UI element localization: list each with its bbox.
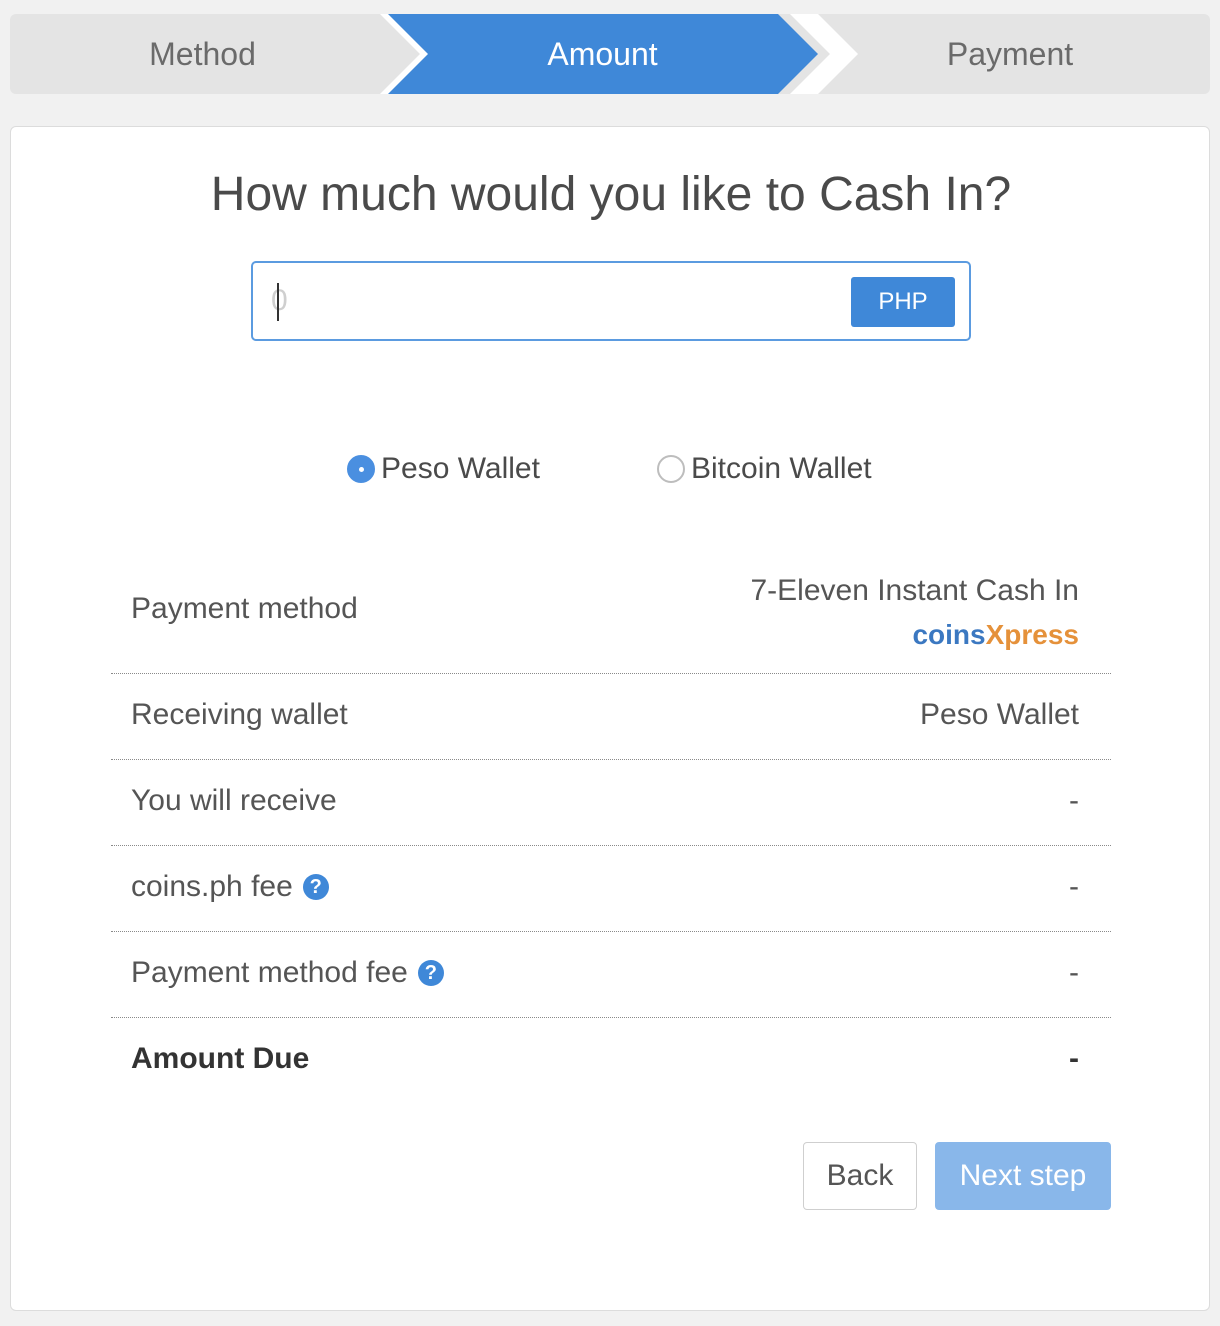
text-caret	[277, 283, 279, 321]
cash-in-card: How much would you like to Cash In? PHP …	[10, 126, 1210, 1311]
amount-input[interactable]	[271, 275, 831, 327]
amount-due-value: -	[1069, 1042, 1079, 1075]
summary-row-receiving-wallet: Receiving wallet Peso Wallet	[111, 674, 1111, 760]
page-title: How much would you like to Cash In?	[210, 168, 1012, 221]
summary-table: Payment method 7-Eleven Instant Cash In …	[111, 557, 1111, 1104]
radio-unchecked-icon[interactable]	[657, 455, 685, 483]
stepper: Method Amount Payment	[10, 14, 1210, 94]
currency-button[interactable]: PHP	[851, 277, 955, 327]
summary-row-amount-due: Amount Due -	[111, 1018, 1111, 1104]
step-payment[interactable]: Payment	[810, 14, 1210, 94]
question-circle-icon[interactable]: ?	[302, 874, 329, 900]
summary-row-you-will-receive: You will receive -	[111, 760, 1111, 846]
payment-method-fee-label-wrap: Payment method fee ?	[131, 956, 444, 990]
payment-method-value: 7-Eleven Instant Cash In coinsXpress	[750, 569, 1079, 657]
brand-coins-text: coins	[912, 619, 986, 650]
coins-fee-value: -	[1069, 870, 1079, 903]
amount-field[interactable]: PHP	[251, 261, 971, 341]
summary-row-payment-method-fee: Payment method fee ? -	[111, 932, 1111, 1018]
radio-peso-wallet[interactable]: Peso Wallet	[347, 449, 540, 489]
payment-method-label: Payment method	[131, 592, 358, 625]
summary-row-coins-fee: coins.ph fee ? -	[111, 846, 1111, 932]
receiving-wallet-value: Peso Wallet	[920, 698, 1079, 731]
step-method[interactable]: Method	[10, 14, 395, 94]
question-circle-icon[interactable]: ?	[417, 960, 444, 986]
brand-xpress-text: Xpress	[985, 619, 1079, 650]
payment-method-fee-label: Payment method fee	[131, 956, 408, 989]
radio-bitcoin-wallet[interactable]: Bitcoin Wallet	[657, 449, 872, 489]
back-button[interactable]: Back	[803, 1142, 917, 1210]
summary-row-payment-method: Payment method 7-Eleven Instant Cash In …	[111, 557, 1111, 674]
radio-label-bitcoin-wallet: Bitcoin Wallet	[691, 452, 872, 485]
receiving-wallet-label: Receiving wallet	[131, 698, 348, 731]
coins-fee-label: coins.ph fee	[131, 870, 293, 903]
coinsxpress-logo: coinsXpress	[750, 613, 1079, 657]
next-step-button[interactable]: Next step	[935, 1142, 1111, 1210]
you-will-receive-value: -	[1069, 784, 1079, 817]
payment-method-fee-value: -	[1069, 956, 1079, 989]
radio-label-peso-wallet: Peso Wallet	[381, 452, 540, 485]
coins-fee-label-wrap: coins.ph fee ?	[131, 870, 329, 904]
you-will-receive-label: You will receive	[131, 784, 337, 817]
radio-checked-icon[interactable]	[347, 455, 375, 483]
amount-due-label: Amount Due	[131, 1042, 310, 1075]
step-amount[interactable]: Amount	[395, 14, 810, 94]
payment-method-name: 7-Eleven Instant Cash In	[750, 574, 1079, 607]
